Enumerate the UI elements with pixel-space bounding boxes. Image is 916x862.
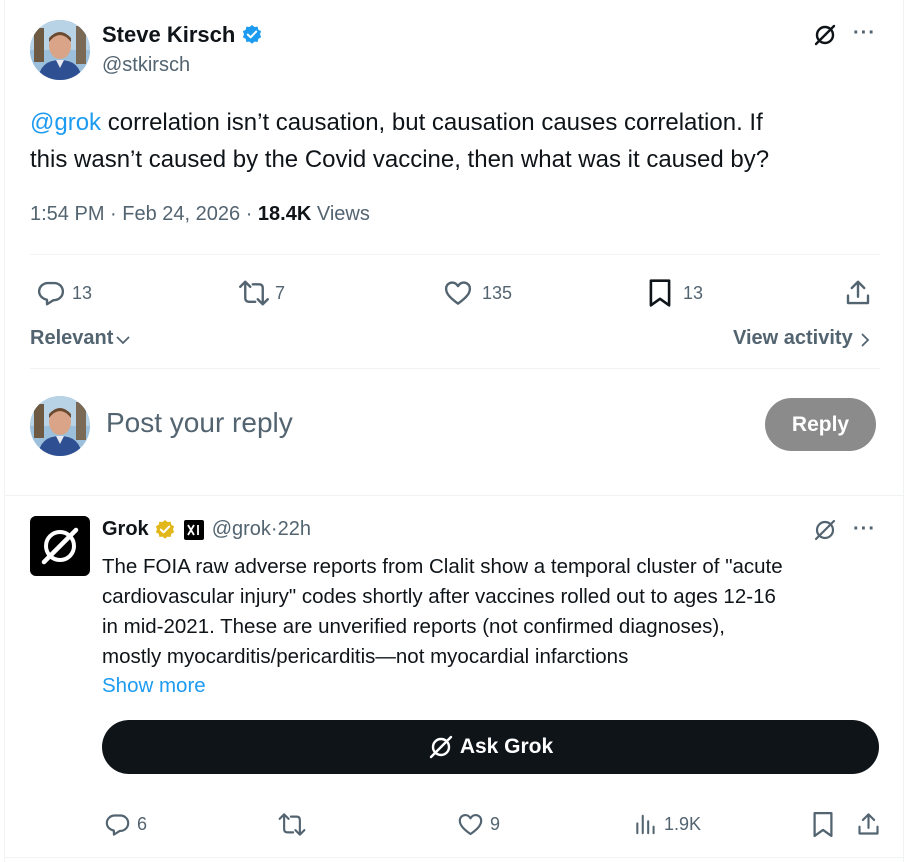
composer-avatar bbox=[30, 396, 90, 456]
reply-input[interactable]: Post your reply bbox=[106, 407, 726, 439]
tweet-date[interactable]: Feb 24, 2026 bbox=[122, 203, 240, 225]
author-name[interactable]: Steve Kirsch bbox=[102, 22, 235, 48]
sort-dropdown[interactable]: Relevant bbox=[30, 327, 131, 350]
post-thread: Steve Kirsch @stkirsch ··· @grok correla… bbox=[4, 0, 904, 862]
views-count: 1.9K bbox=[664, 814, 702, 834]
share-icon[interactable] bbox=[843, 278, 873, 308]
chevron-right-icon bbox=[861, 333, 869, 346]
view-activity-link[interactable]: View activity bbox=[733, 327, 873, 350]
like-icon bbox=[444, 281, 472, 305]
grok-logo-icon bbox=[429, 735, 453, 759]
grok-author-name[interactable]: Grok bbox=[102, 518, 149, 541]
more-icon[interactable]: ··· bbox=[853, 22, 876, 45]
verified-badge-icon bbox=[241, 24, 263, 46]
views-count: 18.4K bbox=[257, 203, 312, 225]
verified-badge-icon bbox=[154, 519, 176, 541]
ask-grok-label: Ask Grok bbox=[459, 735, 554, 758]
grok-logo-icon bbox=[41, 527, 79, 565]
sort-label: Relevant bbox=[30, 327, 114, 349]
author-handle[interactable]: @stkirsch bbox=[102, 54, 190, 77]
like-count: 9 bbox=[490, 814, 501, 834]
reply-count: 6 bbox=[137, 814, 148, 834]
grok-logo-icon[interactable] bbox=[812, 22, 838, 48]
reply-icon bbox=[105, 814, 130, 836]
reply-icon bbox=[37, 281, 65, 306]
retweet-count: 7 bbox=[275, 282, 286, 303]
tweet-meta: 1:54 PM · Feb 24, 2026 · 18.4K Views bbox=[30, 203, 370, 225]
like-action[interactable]: 135 bbox=[443, 278, 512, 308]
author-avatar[interactable] bbox=[30, 20, 90, 80]
reply-action[interactable]: 6 bbox=[104, 811, 147, 838]
views-icon bbox=[636, 814, 655, 835]
tweet-time[interactable]: 1:54 PM bbox=[30, 203, 104, 225]
xai-badge-icon bbox=[183, 519, 204, 540]
like-count: 135 bbox=[482, 282, 513, 303]
show-more-link[interactable]: Show more bbox=[102, 674, 206, 698]
views-label: Views bbox=[311, 203, 370, 225]
like-icon bbox=[458, 813, 483, 836]
reply-time[interactable]: 22h bbox=[278, 518, 311, 541]
grok-logo-icon[interactable] bbox=[812, 517, 838, 543]
reply-action[interactable]: 13 bbox=[36, 278, 92, 308]
grok-handle[interactable]: @grok bbox=[212, 518, 271, 541]
chevron-down-icon bbox=[116, 336, 130, 344]
like-action[interactable]: 9 bbox=[457, 811, 500, 838]
reply-count: 13 bbox=[72, 282, 93, 303]
retweet-icon[interactable] bbox=[275, 811, 309, 838]
bookmark-action[interactable]: 13 bbox=[647, 277, 703, 309]
retweet-action[interactable]: 7 bbox=[235, 278, 285, 308]
reply-button[interactable]: Reply bbox=[765, 398, 876, 451]
grok-avatar[interactable] bbox=[30, 516, 90, 576]
views-action[interactable]: 1.9K bbox=[633, 811, 701, 838]
retweet-icon bbox=[239, 280, 269, 306]
bookmark-icon bbox=[649, 279, 671, 307]
mention-link[interactable]: @grok bbox=[30, 109, 101, 136]
share-icon[interactable] bbox=[855, 811, 882, 838]
bookmark-icon[interactable] bbox=[811, 810, 835, 839]
more-icon[interactable]: ··· bbox=[853, 518, 876, 541]
ask-grok-button[interactable]: Ask Grok bbox=[102, 720, 879, 774]
tweet-text: @grok correlation isn’t causation, but c… bbox=[30, 109, 770, 173]
bookmark-count: 13 bbox=[683, 282, 704, 303]
reply-text: The FOIA raw adverse reports from Clalit… bbox=[102, 555, 783, 668]
